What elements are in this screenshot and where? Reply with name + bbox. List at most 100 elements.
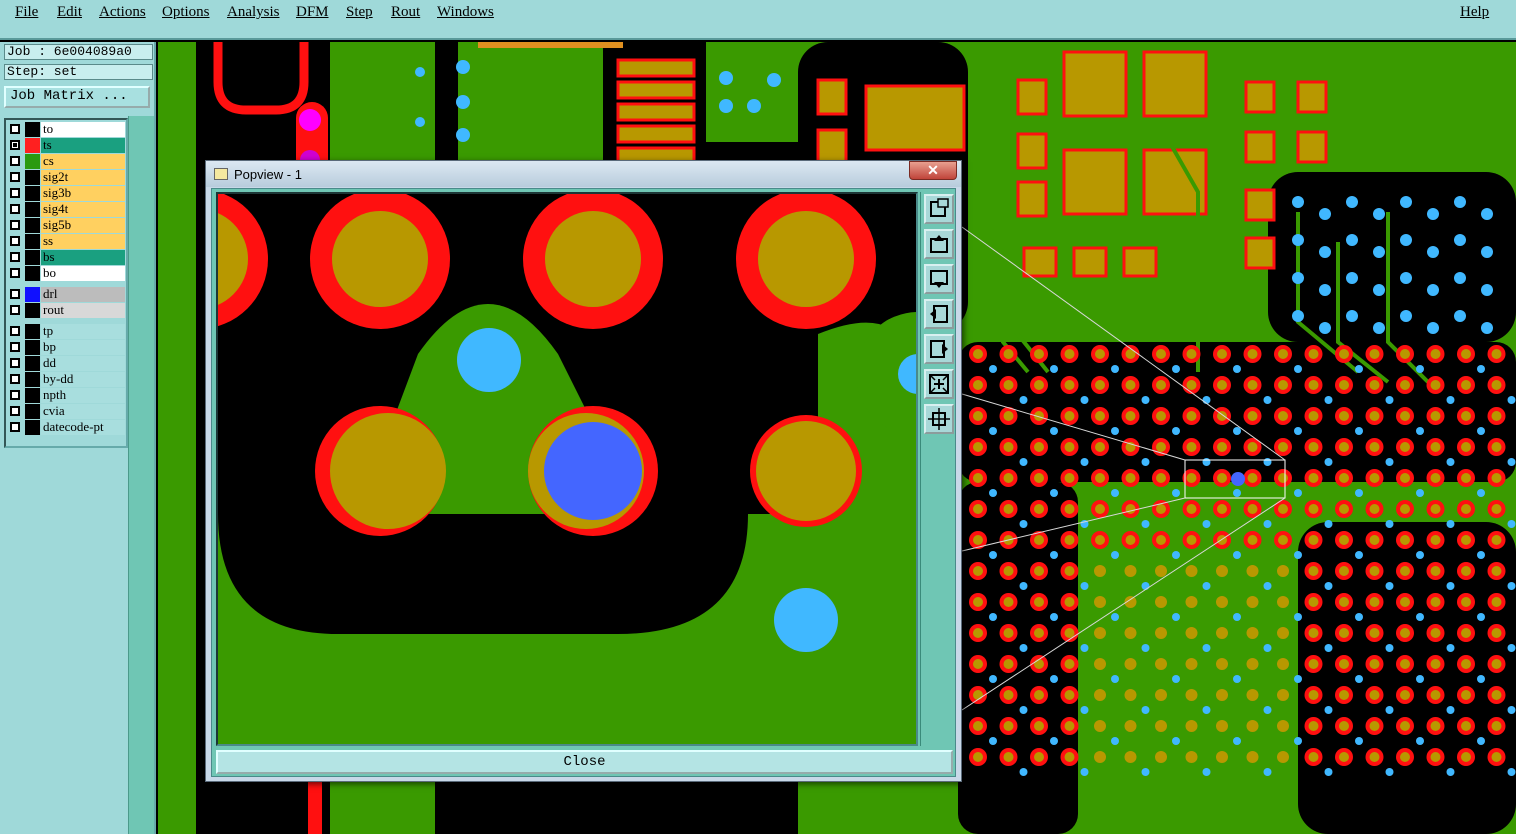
layer-row-to[interactable]: to	[6, 122, 126, 137]
layer-checkbox[interactable]	[10, 390, 20, 400]
layer-name[interactable]: tp	[41, 324, 125, 339]
layer-checkbox[interactable]	[10, 236, 20, 246]
menu-actions[interactable]: Actions	[99, 4, 146, 21]
layer-checkbox[interactable]	[10, 172, 20, 182]
layer-color-swatch[interactable]	[25, 202, 40, 217]
layer-row-datecode-pt[interactable]: datecode-pt	[6, 420, 126, 435]
layer-color-swatch[interactable]	[25, 250, 40, 265]
layer-row-sig3b[interactable]: sig3b	[6, 186, 126, 201]
pan-right-icon[interactable]	[924, 334, 954, 364]
zoom-fit-icon[interactable]	[924, 194, 954, 224]
layer-name[interactable]: sig3b	[41, 186, 125, 201]
menu-step[interactable]: Step	[346, 4, 373, 21]
layer-name[interactable]: sig2t	[41, 170, 125, 185]
layer-name[interactable]: sig5b	[41, 218, 125, 233]
layer-color-swatch[interactable]	[25, 372, 40, 387]
layer-row-cvia[interactable]: cvia	[6, 404, 126, 419]
layer-row-bs[interactable]: bs	[6, 250, 126, 265]
layer-color-swatch[interactable]	[25, 170, 40, 185]
layer-row-bo[interactable]: bo	[6, 266, 126, 281]
layer-checkbox[interactable]	[10, 289, 20, 299]
layer-name[interactable]: to	[41, 122, 125, 137]
layer-color-swatch[interactable]	[25, 287, 40, 302]
layer-checkbox[interactable]	[10, 220, 20, 230]
layer-color-swatch[interactable]	[25, 388, 40, 403]
layer-name[interactable]: cvia	[41, 404, 125, 419]
layer-name[interactable]: by-dd	[41, 372, 125, 387]
layer-checkbox[interactable]	[10, 140, 20, 150]
layer-checkbox[interactable]	[10, 204, 20, 214]
layer-color-swatch[interactable]	[25, 138, 40, 153]
layer-row-dd[interactable]: dd	[6, 356, 126, 371]
pan-down-icon[interactable]	[924, 264, 954, 294]
layer-name[interactable]: ss	[41, 234, 125, 249]
menu-help[interactable]: Help	[1460, 4, 1489, 21]
layer-color-swatch[interactable]	[25, 356, 40, 371]
layer-name[interactable]: bo	[41, 266, 125, 281]
layer-checkbox[interactable]	[10, 326, 20, 336]
layer-row-ss[interactable]: ss	[6, 234, 126, 249]
pan-left-icon[interactable]	[924, 299, 954, 329]
layer-color-swatch[interactable]	[25, 340, 40, 355]
layer-checkbox[interactable]	[10, 406, 20, 416]
layer-row-by-dd[interactable]: by-dd	[6, 372, 126, 387]
layer-checkbox[interactable]	[10, 358, 20, 368]
layer-checkbox[interactable]	[10, 305, 20, 315]
menu-dfm[interactable]: DFM	[296, 4, 329, 21]
menu-file[interactable]: File	[15, 4, 38, 21]
layer-row-sig5b[interactable]: sig5b	[6, 218, 126, 233]
layer-checkbox[interactable]	[10, 422, 20, 432]
layer-checkbox[interactable]	[10, 124, 20, 134]
menu-windows[interactable]: Windows	[437, 4, 494, 21]
menu-rout[interactable]: Rout	[391, 4, 420, 21]
layer-color-swatch[interactable]	[25, 404, 40, 419]
layer-color-swatch[interactable]	[25, 420, 40, 435]
layer-color-swatch[interactable]	[25, 154, 40, 169]
layer-color-swatch[interactable]	[25, 324, 40, 339]
layer-checkbox[interactable]	[10, 342, 20, 352]
layer-name[interactable]: ts	[41, 138, 125, 153]
layer-row-bp[interactable]: bp	[6, 340, 126, 355]
layer-color-swatch[interactable]	[25, 218, 40, 233]
layer-checkbox[interactable]	[10, 156, 20, 166]
menu-options[interactable]: Options	[162, 4, 210, 21]
layer-checkbox[interactable]	[10, 374, 20, 384]
pan-up-icon[interactable]	[924, 229, 954, 259]
layer-name[interactable]: sig4t	[41, 202, 125, 217]
layer-color-swatch[interactable]	[25, 234, 40, 249]
layer-color-swatch[interactable]	[25, 122, 40, 137]
layer-row-tp[interactable]: tp	[6, 324, 126, 339]
layer-row-sig2t[interactable]: sig2t	[6, 170, 126, 185]
close-icon[interactable]: ✕	[909, 161, 957, 180]
layer-checkbox[interactable]	[10, 268, 20, 278]
layer-name[interactable]: bs	[41, 250, 125, 265]
layer-list-scrollbar[interactable]	[128, 116, 154, 834]
layer-row-rout[interactable]: rout	[6, 303, 126, 318]
popview-titlebar[interactable]: Popview - 1 ✕	[206, 161, 961, 187]
layer-row-drl[interactable]: drl	[6, 287, 126, 302]
zoom-in-icon[interactable]	[924, 404, 954, 434]
bga-pad	[1034, 504, 1044, 514]
menu-analysis[interactable]: Analysis	[227, 4, 280, 21]
layer-name[interactable]: bp	[41, 340, 125, 355]
layer-name[interactable]: npth	[41, 388, 125, 403]
job-matrix-button[interactable]: Job Matrix ...	[4, 86, 150, 108]
menu-edit[interactable]: Edit	[57, 4, 82, 21]
close-button[interactable]: Close	[216, 750, 953, 774]
layer-row-sig4t[interactable]: sig4t	[6, 202, 126, 217]
popview-zoom-view[interactable]	[216, 192, 918, 746]
zoom-out-icon[interactable]	[924, 369, 954, 399]
layer-color-swatch[interactable]	[25, 303, 40, 318]
layer-name[interactable]: datecode-pt	[41, 420, 125, 435]
layer-name[interactable]: drl	[41, 287, 125, 302]
layer-row-ts[interactable]: ts	[6, 138, 126, 153]
layer-color-swatch[interactable]	[25, 186, 40, 201]
layer-color-swatch[interactable]	[25, 266, 40, 281]
layer-row-cs[interactable]: cs	[6, 154, 126, 169]
layer-name[interactable]: dd	[41, 356, 125, 371]
layer-name[interactable]: cs	[41, 154, 125, 169]
layer-checkbox[interactable]	[10, 188, 20, 198]
layer-row-npth[interactable]: npth	[6, 388, 126, 403]
layer-checkbox[interactable]	[10, 252, 20, 262]
layer-name[interactable]: rout	[41, 303, 125, 318]
